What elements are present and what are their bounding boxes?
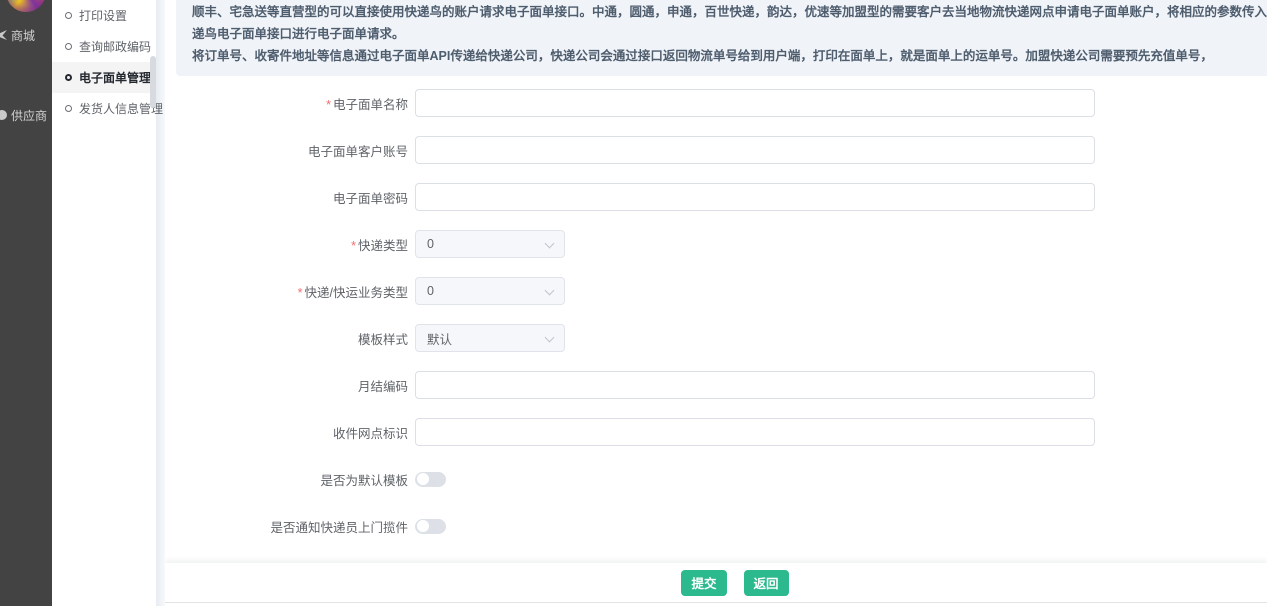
info-banner-line2: 将订单号、收寄件地址等信息通过电子面单API传递给快递公司，快递公司会通过接口返… [192, 45, 1267, 67]
menu-item-label: 打印设置 [79, 7, 127, 24]
waybill-name-field[interactable] [415, 89, 1095, 117]
select-value: 0 [427, 237, 434, 251]
app-window: 商城 供应商 打印设置 查询邮政编码 电子面单管理 发货人信息管理 顺丰、宅急送… [0, 0, 1267, 606]
field-label: *快递/快运业务类型 [165, 282, 408, 301]
waybill-password-field[interactable] [415, 183, 1095, 211]
info-banner-line1: 顺丰、宅急送等直营型的可以直接使用快递鸟的账户请求电子面单接口。中通，圆通，申通… [192, 1, 1267, 45]
required-marker: * [298, 286, 303, 300]
field-label: *快递类型 [165, 235, 408, 254]
form-row: 是否通知快递员上门揽件 [165, 512, 1267, 540]
required-marker: * [326, 98, 331, 112]
monthly-code-field[interactable] [415, 371, 1095, 399]
back-button[interactable]: 返回 [744, 570, 789, 596]
template-style-select[interactable]: 默认 [415, 324, 565, 352]
form-row: *快递类型 0 [165, 230, 1267, 258]
form-row: 模板样式 默认 [165, 324, 1267, 352]
chevron-down-icon [545, 286, 555, 296]
field-label: 电子面单密码 [165, 188, 408, 207]
required-marker: * [351, 239, 356, 253]
footer-button-group: 提交 返回 [681, 570, 788, 596]
circle-icon [65, 43, 72, 50]
sidebar-item-supplier[interactable]: 供应商 [0, 105, 52, 125]
notify-courier-switch[interactable] [415, 519, 446, 534]
app-logo[interactable] [6, 0, 46, 12]
circle-icon [65, 105, 72, 112]
field-label: 电子面单客户账号 [165, 141, 408, 160]
form-footer-bar: 提交 返回 [165, 563, 1267, 603]
field-label: 模板样式 [165, 329, 408, 348]
ewaybill-form: *电子面单名称 电子面单客户账号 电子面单密码 *快递类型 0 *快递/快运业务… [165, 89, 1267, 559]
submit-button[interactable]: 提交 [681, 570, 726, 596]
menu-item-label: 查询邮政编码 [79, 38, 151, 55]
form-row: 是否为默认模板 [165, 465, 1267, 493]
express-business-type-select[interactable]: 0 [415, 277, 565, 305]
menu-item-label: 电子面单管理 [79, 69, 151, 86]
scrollbar-track[interactable] [156, 0, 165, 606]
chevron-down-icon [545, 333, 555, 343]
form-row: 电子面单密码 [165, 183, 1267, 211]
select-value: 默认 [427, 329, 452, 348]
switch-knob [417, 473, 429, 485]
field-label: 是否通知快递员上门揽件 [165, 517, 408, 536]
chevron-down-icon [545, 239, 555, 249]
form-row: *电子面单名称 [165, 89, 1267, 117]
field-label: 是否为默认模板 [165, 470, 408, 489]
waybill-account-field[interactable] [415, 136, 1095, 164]
secondary-sidebar: 打印设置 查询邮政编码 电子面单管理 发货人信息管理 [52, 0, 156, 606]
sidebar-item-label: 供应商 [11, 107, 47, 124]
info-banner: 顺丰、宅急送等直营型的可以直接使用快递鸟的账户请求电子面单接口。中通，圆通，申通… [176, 0, 1267, 76]
menu-item-postal-code-lookup[interactable]: 查询邮政编码 [52, 31, 156, 62]
field-label: *电子面单名称 [165, 94, 408, 113]
form-row: 月结编码 [165, 371, 1267, 399]
menu-scrollbar-thumb[interactable] [150, 56, 156, 108]
form-row: 收件网点标识 [165, 418, 1267, 446]
receive-site-field[interactable] [415, 418, 1095, 446]
supplier-icon [0, 110, 7, 120]
circle-icon [65, 74, 72, 81]
sidebar-item-label: 商城 [11, 27, 35, 44]
default-template-switch[interactable] [415, 472, 446, 487]
switch-knob [417, 520, 429, 532]
field-label: 月结编码 [165, 376, 408, 395]
select-value: 0 [427, 284, 434, 298]
primary-sidebar: 商城 供应商 [0, 0, 52, 606]
form-row: *快递/快运业务类型 0 [165, 277, 1267, 305]
main-content: 顺丰、宅急送等直营型的可以直接使用快递鸟的账户请求电子面单接口。中通，圆通，申通… [165, 0, 1267, 606]
menu-item-print-settings[interactable]: 打印设置 [52, 0, 156, 31]
express-type-select[interactable]: 0 [415, 230, 565, 258]
sidebar-item-mall[interactable]: 商城 [0, 25, 52, 45]
circle-icon [65, 12, 72, 19]
field-label: 收件网点标识 [165, 423, 408, 442]
mall-icon [0, 30, 7, 40]
menu-item-sender-info-management[interactable]: 发货人信息管理 [52, 93, 156, 124]
menu-item-ewaybill-management[interactable]: 电子面单管理 [52, 62, 156, 93]
form-row: 电子面单客户账号 [165, 136, 1267, 164]
